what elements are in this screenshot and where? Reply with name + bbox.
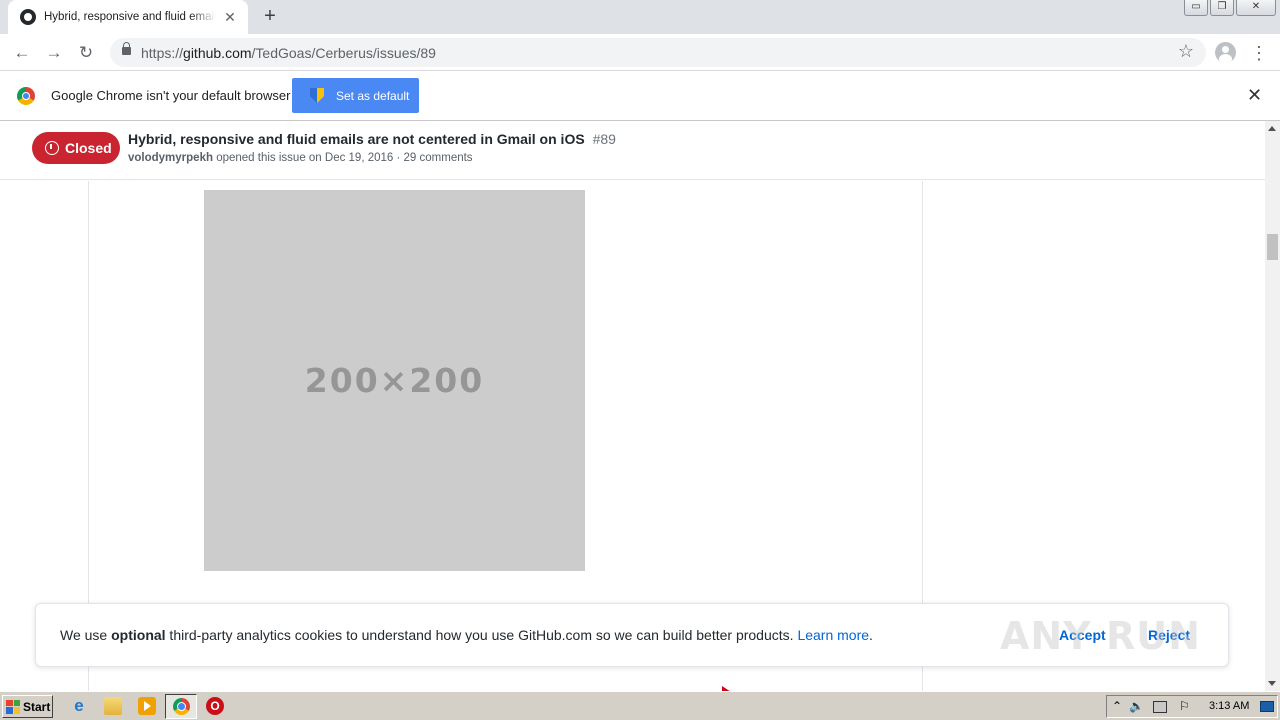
opera-icon[interactable]: O [206, 697, 224, 715]
set-as-default-button[interactable]: Set as default [292, 78, 419, 113]
file-explorer-icon[interactable] [104, 697, 122, 715]
network-icon[interactable] [1153, 701, 1167, 713]
default-browser-infobar: Google Chrome isn't your default browser… [0, 71, 1280, 121]
accept-cookies-button[interactable]: Accept [1059, 627, 1106, 643]
internet-explorer-icon[interactable]: e [70, 697, 88, 715]
url-text: https://github.com/TedGoas/Cerberus/issu… [141, 45, 436, 61]
window-close-button[interactable]: ✕ [1236, 0, 1276, 16]
bookmark-star-icon[interactable]: ☆ [1178, 41, 1194, 62]
scrollbar-thumb[interactable] [1267, 234, 1278, 260]
back-button[interactable]: ← [10, 41, 34, 65]
start-label: Start [23, 699, 51, 714]
issue-meta: volodymyrpekh opened this issue on Dec 1… [128, 152, 473, 164]
minimize-button[interactable]: ▭ [1184, 0, 1208, 16]
tab-strip: Hybrid, responsive and fluid emails are … [0, 0, 1280, 34]
restore-button[interactable]: ❐ [1210, 0, 1234, 16]
infobar-message: Google Chrome isn't your default browser [51, 88, 291, 103]
forward-button[interactable]: → [42, 41, 66, 65]
show-desktop-icon[interactable] [1260, 701, 1274, 712]
issue-author-link[interactable]: volodymyrpekh [128, 152, 213, 164]
issue-title: Hybrid, responsive and fluid emails are … [128, 131, 616, 147]
start-button[interactable]: Start [2, 695, 53, 718]
chrome-icon [17, 87, 35, 105]
reload-button[interactable]: ↻ [74, 41, 98, 65]
tray-expand-icon[interactable]: ⌃ [1112, 699, 1122, 713]
tab-close-button[interactable]: ✕ [222, 9, 238, 25]
issue-closed-icon [45, 141, 59, 155]
placeholder-image: 200×200 [204, 190, 585, 571]
browser-menu-button[interactable]: ⋮ [1250, 41, 1268, 65]
set-as-default-label: Set as default [336, 88, 410, 103]
clock[interactable]: 3:13 AM [1209, 700, 1249, 712]
system-tray: ⌃ 🔈 ⚐ 3:13 AM [1106, 695, 1278, 718]
taskbar-chrome-button[interactable] [165, 694, 197, 719]
profile-avatar[interactable] [1215, 42, 1236, 63]
tab-title: Hybrid, responsive and fluid emails are … [44, 11, 216, 23]
issue-header: Closed Hybrid, responsive and fluid emai… [0, 121, 1265, 180]
cookie-consent-banner: We use optional third-party analytics co… [35, 603, 1229, 667]
infobar-close-button[interactable]: ✕ [1247, 85, 1262, 106]
action-center-flag-icon[interactable]: ⚐ [1179, 699, 1190, 713]
learn-more-link[interactable]: Learn more [797, 627, 869, 643]
windows-logo-icon [6, 699, 20, 714]
github-icon [20, 9, 36, 25]
address-bar[interactable]: https://github.com/TedGoas/Cerberus/issu… [110, 38, 1206, 67]
new-tab-button[interactable]: + [259, 5, 281, 27]
windows-taskbar: Start e O ⌃ 🔈 ⚐ 3:13 AM [0, 691, 1280, 720]
volume-icon[interactable]: 🔈 [1129, 699, 1144, 713]
issue-title-text: Hybrid, responsive and fluid emails are … [128, 131, 585, 147]
page-scrollbar[interactable] [1265, 121, 1280, 691]
page-content: Closed Hybrid, responsive and fluid emai… [0, 121, 1265, 691]
issue-state-label: Closed [65, 140, 112, 156]
issue-meta-text: opened this issue on Dec 19, 2016 · 29 c… [216, 152, 473, 164]
browser-tab[interactable]: Hybrid, responsive and fluid emails are … [8, 0, 248, 34]
uac-shield-icon [310, 88, 324, 103]
media-player-icon[interactable] [138, 697, 156, 715]
issue-state-badge: Closed [32, 132, 120, 164]
window-controls: ▭ ❐ ✕ [1182, 0, 1276, 18]
scroll-up-arrow-icon[interactable] [1268, 126, 1276, 131]
lock-icon [122, 42, 131, 55]
placeholder-image-text: 200×200 [304, 361, 485, 400]
chrome-taskbar-icon [173, 698, 190, 715]
issue-number: #89 [592, 131, 616, 147]
scroll-down-arrow-icon[interactable] [1268, 681, 1276, 686]
reject-cookies-button[interactable]: Reject [1148, 627, 1190, 643]
cookie-message: We use optional third-party analytics co… [60, 627, 873, 643]
browser-toolbar: ← → ↻ https://github.com/TedGoas/Cerberu… [0, 34, 1280, 71]
